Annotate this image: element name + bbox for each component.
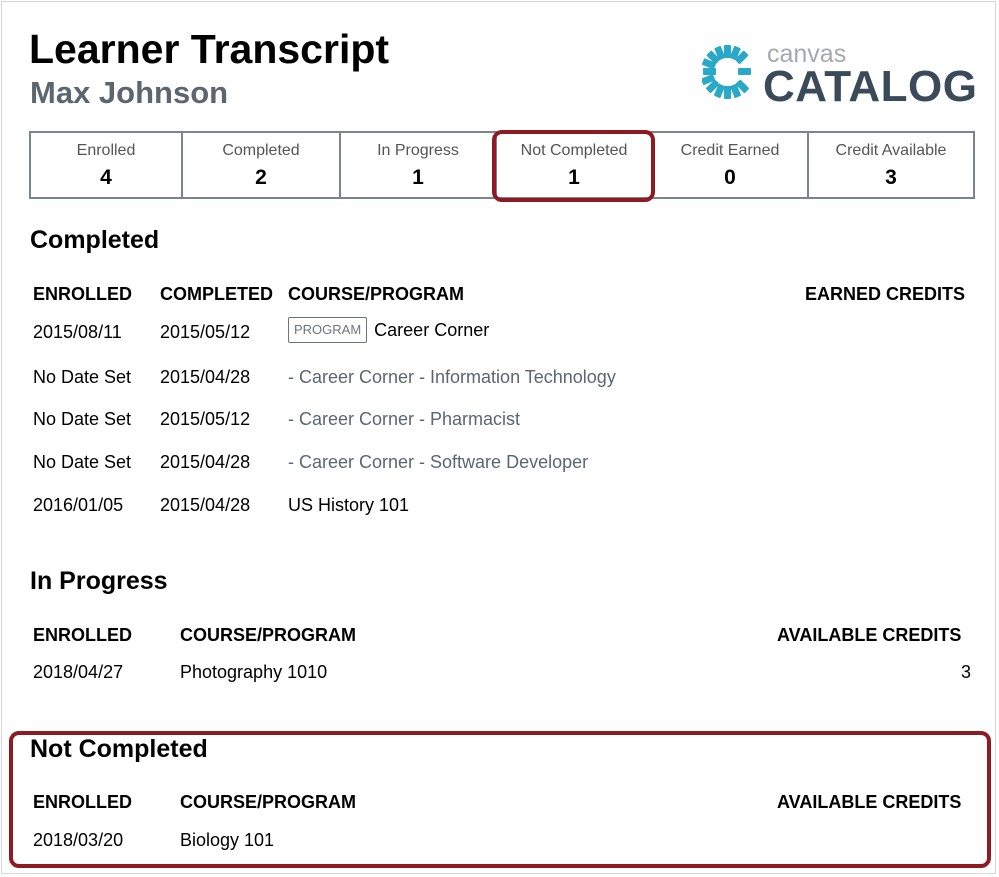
- stat-label: Enrolled: [76, 142, 136, 159]
- enrolled-date: 2018/04/27: [33, 662, 124, 682]
- available-credits: 3: [960, 662, 971, 682]
- stat-value: 0: [724, 166, 736, 189]
- stat-value: 4: [100, 166, 112, 189]
- completed-date: 2015/05/12: [160, 409, 251, 429]
- stat-label: Credit Earned: [680, 142, 780, 159]
- column-header-enrolled: ENROLLED: [33, 284, 132, 304]
- stat-value: 1: [412, 166, 424, 189]
- column-header-completed: COMPLETED: [160, 284, 274, 304]
- course-link[interactable]: US History 101: [288, 494, 409, 516]
- course-link[interactable]: - Career Corner - Software Developer: [288, 451, 588, 473]
- column-header-enrolled: ENROLLED: [33, 625, 132, 645]
- page-title: Learner Transcript: [29, 26, 390, 72]
- stat-value: 1: [568, 166, 580, 189]
- canvas-catalog-logo: canvas CATALOG: [700, 40, 980, 110]
- stat-label: In Progress: [377, 142, 459, 159]
- stat-label: Credit Available: [835, 142, 947, 159]
- stat-value: 3: [885, 166, 897, 189]
- completed-date: 2015/04/28: [160, 495, 251, 515]
- canvas-catalog-logo-icon: [702, 45, 751, 99]
- stat-label: Completed: [222, 142, 300, 159]
- stat-not-completed: Not Completed 1: [497, 133, 653, 197]
- course-link[interactable]: - Career Corner - Information Technology: [288, 366, 616, 388]
- stat-enrolled: Enrolled 4: [31, 133, 183, 197]
- enrolled-date: 2018/03/20: [33, 830, 124, 850]
- column-header-course: COURSE/PROGRAM: [180, 625, 357, 645]
- course-link[interactable]: Photography 1010: [180, 661, 327, 683]
- column-header-enrolled: ENROLLED: [33, 792, 132, 812]
- stat-value: 2: [255, 166, 267, 189]
- in-progress-section-title: In Progress: [30, 567, 168, 595]
- column-header-available-credits: AVAILABLE CREDITS: [777, 625, 962, 645]
- course-link[interactable]: Biology 101: [180, 829, 274, 851]
- program-badge: PROGRAM: [288, 317, 368, 343]
- enrolled-date: No Date Set: [33, 452, 132, 472]
- completed-section-title: Completed: [30, 226, 160, 254]
- course-link[interactable]: - Career Corner - Pharmacist: [288, 408, 520, 430]
- enrolled-date: 2016/01/05: [33, 495, 124, 515]
- completed-date: 2015/04/28: [160, 452, 251, 472]
- column-header-earned-credits: EARNED CREDITS: [805, 284, 966, 304]
- stat-completed: Completed 2: [183, 133, 341, 197]
- learner-name: Max Johnson: [30, 75, 229, 110]
- completed-date: 2015/04/28: [160, 367, 251, 387]
- enrolled-date: 2015/08/11: [33, 322, 122, 342]
- stat-label: Not Completed: [520, 142, 628, 159]
- enrolled-date: No Date Set: [33, 367, 132, 387]
- logo-catalog-text: CATALOG: [763, 62, 978, 111]
- column-header-course: COURSE/PROGRAM: [288, 284, 465, 304]
- completed-date: 2015/05/12: [160, 322, 251, 342]
- course-cell: PROGRAM Career Corner: [288, 317, 489, 343]
- stat-credit-earned: Credit Earned 0: [653, 133, 809, 197]
- course-link[interactable]: Career Corner: [374, 320, 489, 340]
- column-header-available-credits: AVAILABLE CREDITS: [777, 792, 962, 812]
- stat-credit-available: Credit Available 3: [809, 133, 973, 197]
- column-header-course: COURSE/PROGRAM: [180, 792, 357, 812]
- stat-in-progress: In Progress 1: [341, 133, 497, 197]
- transcript-summary-bar: Enrolled 4 Completed 2 In Progress 1 Not…: [29, 131, 975, 199]
- not-completed-section-title: Not Completed: [30, 735, 208, 763]
- enrolled-date: No Date Set: [33, 409, 132, 429]
